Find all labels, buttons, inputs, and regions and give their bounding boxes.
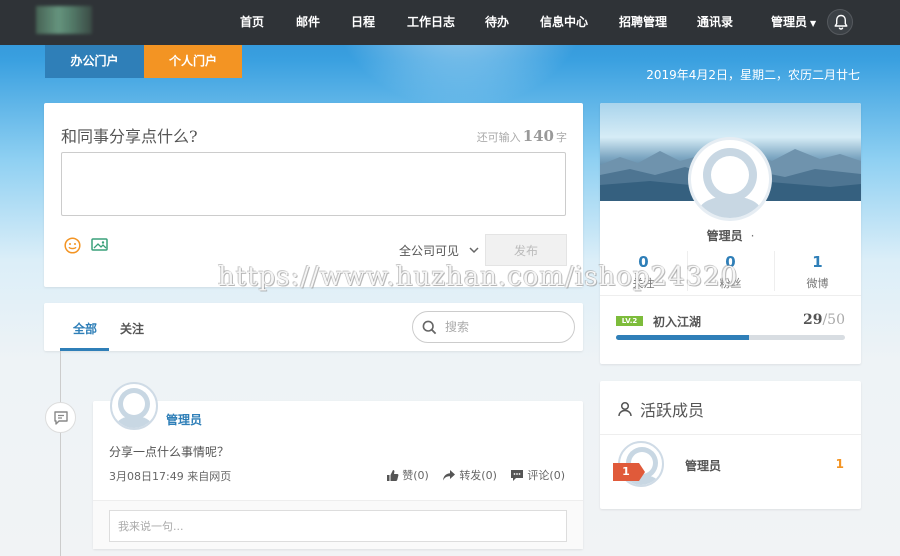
visibility-label: 全公司可见 xyxy=(399,244,460,258)
share-arrow-icon xyxy=(443,470,456,481)
nav-mail[interactable]: 邮件 xyxy=(296,0,320,45)
nav-home[interactable]: 首页 xyxy=(240,0,264,45)
like-label: 赞(0) xyxy=(402,469,429,482)
feed-tab-bar: 全部 关注 xyxy=(44,303,583,351)
forward-button[interactable]: 转发(0) xyxy=(442,467,497,483)
nav-todo[interactable]: 待办 xyxy=(485,0,509,45)
nav-user-menu[interactable]: 管理员 ▼ xyxy=(771,0,816,45)
timeline-post-marker xyxy=(45,402,76,433)
comment-label: 评论(0) xyxy=(527,469,565,482)
company-logo[interactable] xyxy=(36,6,92,34)
char-remaining-prefix: 还可输入 xyxy=(476,131,521,144)
level-score-value: 29 xyxy=(802,312,823,328)
stat-posts-label: 微博 xyxy=(806,277,829,290)
search-icon[interactable] xyxy=(422,320,437,335)
like-button[interactable]: 赞(0) xyxy=(386,467,429,483)
comment-button[interactable]: 评论(0) xyxy=(510,467,565,483)
share-textarea[interactable] xyxy=(61,152,566,216)
char-remaining: 还可输入 140 字 xyxy=(477,127,567,145)
level-badge: LV.2 xyxy=(616,316,643,326)
level-progress-fill xyxy=(616,335,749,340)
char-remaining-suffix: 字 xyxy=(556,131,567,144)
current-date: 2019年4月2日，星期二，农历二月廿七 xyxy=(646,68,860,82)
message-icon xyxy=(54,411,68,425)
bell-icon xyxy=(834,14,848,30)
visibility-select[interactable]: 全公司可见 xyxy=(399,242,479,259)
level-divider xyxy=(600,295,861,296)
post-author-avatar[interactable] xyxy=(110,382,158,430)
tab-personal-portal[interactable]: 个人门户 xyxy=(144,45,242,78)
user-icon xyxy=(618,401,632,417)
thumbs-up-icon xyxy=(387,470,399,481)
post-comment-area xyxy=(93,501,583,549)
profile-status-dot: · xyxy=(750,229,755,243)
chevron-down-icon xyxy=(469,247,479,254)
profile-name: 管理员 · xyxy=(600,227,861,244)
feed-search-box xyxy=(412,311,575,343)
comment-input[interactable] xyxy=(109,510,567,542)
members-divider xyxy=(600,434,861,435)
member-activity-count: 1 xyxy=(835,457,844,471)
level-name: 初入江湖 xyxy=(653,315,702,329)
post-actions: 赞(0) 转发(0) 评论(0) xyxy=(376,467,565,483)
notification-bell-button[interactable] xyxy=(827,9,853,35)
nav-recruitment[interactable]: 招聘管理 xyxy=(619,0,667,45)
caret-down-icon: ▼ xyxy=(810,19,817,28)
tab-all[interactable]: 全部 xyxy=(73,320,97,337)
image-upload-icon[interactable] xyxy=(91,237,109,256)
active-members-title: 活跃成员 xyxy=(640,401,705,420)
post-author-name[interactable]: 管理员 xyxy=(166,411,202,428)
profile-name-text: 管理员 xyxy=(706,229,743,243)
level-score: 29/50 xyxy=(803,312,845,328)
top-navigation-bar: 首页 邮件 日程 工作日志 待办 信息中心 招聘管理 通讯录 管理员 ▼ xyxy=(0,0,900,45)
stat-posts[interactable]: 1 微博 xyxy=(774,253,861,291)
nav-work-log[interactable]: 工作日志 xyxy=(407,0,455,45)
nav-schedule[interactable]: 日程 xyxy=(351,0,375,45)
comment-icon xyxy=(511,470,524,481)
member-name[interactable]: 管理员 xyxy=(685,457,721,474)
share-title: 和同事分享点什么? xyxy=(61,127,198,146)
post-content: 分享一点什么事情呢？ xyxy=(109,445,230,459)
char-remaining-count: 140 xyxy=(522,127,554,145)
nav-info-center[interactable]: 信息中心 xyxy=(540,0,588,45)
forward-label: 转发(0) xyxy=(459,469,497,482)
tab-following[interactable]: 关注 xyxy=(120,320,144,337)
member-rank-badge: 1 xyxy=(613,463,645,481)
emoji-icon[interactable] xyxy=(64,237,81,257)
timeline-line xyxy=(60,351,61,556)
level-progress-bar xyxy=(616,335,845,340)
active-members-card: 活跃成员 1 管理员 1 xyxy=(600,381,861,509)
feed-post: 管理员 分享一点什么事情呢？ 3月08日17:49 来自网页 赞(0) 转发(0… xyxy=(93,382,583,549)
active-tab-indicator xyxy=(60,348,109,351)
nav-user-name: 管理员 xyxy=(771,15,808,29)
tab-office-portal[interactable]: 办公门户 xyxy=(45,45,144,78)
profile-card: 管理员 · 0 关注 0 粉丝 1 微博 LV.2 初入江湖 29/50 xyxy=(600,103,861,364)
profile-avatar[interactable] xyxy=(688,137,772,221)
post-timestamp: 3月08日17:49 来自网页 xyxy=(109,470,232,483)
level-score-max: /50 xyxy=(822,312,845,328)
stat-posts-count: 1 xyxy=(812,253,823,271)
share-composer: 和同事分享点什么? 还可输入 140 字 全公司可见 发布 xyxy=(44,103,583,287)
feed-search-input[interactable] xyxy=(445,318,565,336)
watermark-text: https://www.huzhan.com/ishop24320 xyxy=(218,262,739,292)
nav-contacts[interactable]: 通讯录 xyxy=(697,0,733,45)
